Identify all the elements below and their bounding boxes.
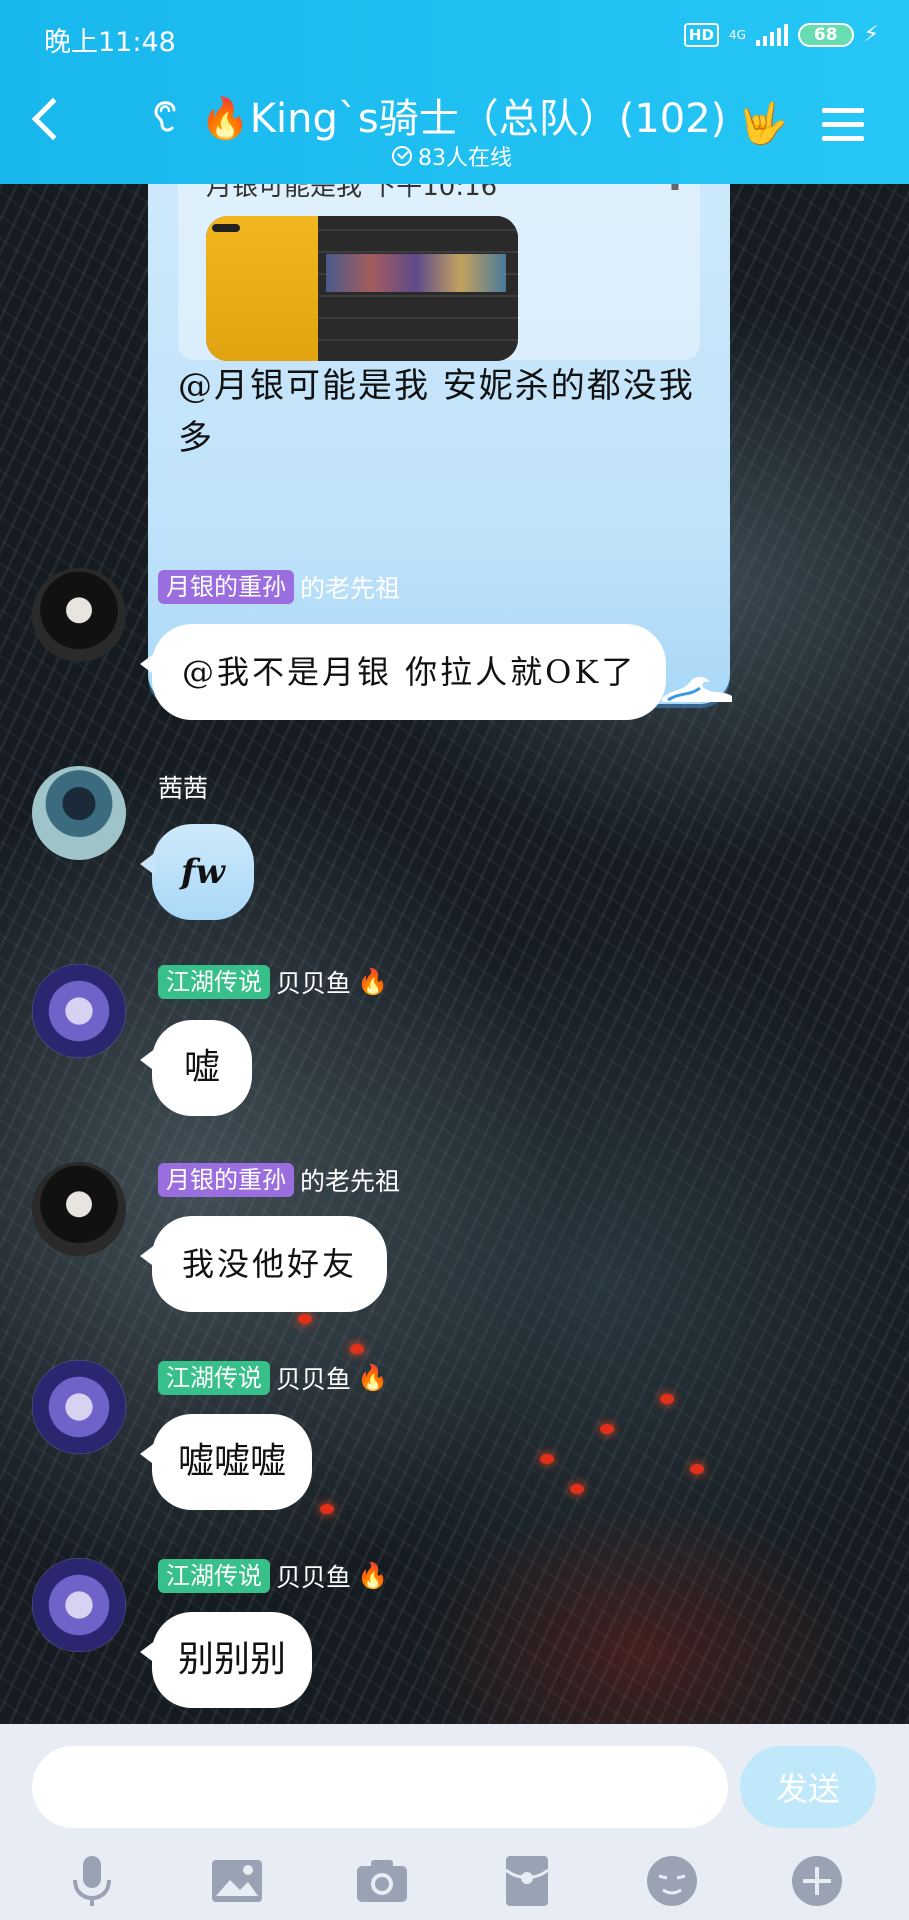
fire-icon: 🔥	[357, 1561, 389, 1590]
chat-header: 晚上11:48 HD 4G 68 ⚡ 🔥King`s骑士（总队）(102) 83…	[0, 0, 909, 184]
avatar[interactable]	[32, 1162, 126, 1256]
ear-icon[interactable]	[150, 96, 180, 136]
gesture-icon[interactable]: 🤟	[738, 100, 788, 147]
composer-toolbar	[0, 1842, 909, 1920]
message-bubble[interactable]: fw	[140, 824, 254, 920]
sender-name: 贝贝鱼	[276, 1365, 352, 1394]
screenshot-thumbnail[interactable]	[206, 216, 518, 361]
online-count: 83人在线	[392, 140, 512, 172]
message-bubble[interactable]: @我不是月银 你拉人就OK了	[139, 624, 667, 720]
sender-name: 茜茜	[158, 774, 209, 803]
status-icons: HD 4G 68 ⚡	[683, 22, 879, 47]
sender-row: 月银的重孙 的老先祖	[158, 1162, 400, 1198]
sender-name: 的老先祖	[300, 574, 401, 603]
send-button[interactable]: 发送	[740, 1746, 876, 1828]
member-tag: 江湖传说	[158, 1559, 270, 1593]
sender-row: 江湖传说 贝贝鱼 🔥	[158, 1360, 388, 1396]
quote-caption: 月银可能是我 下午10:16	[206, 184, 498, 202]
camera-icon[interactable]	[352, 1851, 412, 1911]
message-list[interactable]: 月银可能是我 下午10:16 ✚ @月银可能是我 安妮杀的都没我多 月银的重孙 …	[0, 184, 909, 1724]
composer-bar: 发送	[0, 1724, 909, 1920]
group-title: 🔥King`s骑士（总队）(102)	[200, 96, 727, 142]
sender-row: 茜茜	[158, 769, 208, 805]
fire-icon: 🔥	[357, 967, 389, 996]
message-bubble[interactable]: 嘘嘘嘘	[139, 1414, 313, 1510]
image-icon[interactable]	[207, 1851, 267, 1911]
signal-icon	[755, 23, 788, 46]
sender-name: 贝贝鱼	[276, 1563, 352, 1592]
avatar[interactable]	[32, 1360, 126, 1454]
sender-row: 江湖传说 贝贝鱼 🔥	[158, 964, 388, 1000]
avatar[interactable]	[32, 568, 126, 662]
sender-row: 月银的重孙 的老先祖	[158, 569, 400, 605]
fire-icon: 🔥	[357, 1363, 389, 1392]
member-tag: 月银的重孙	[158, 570, 294, 604]
wave-icon	[662, 676, 732, 702]
message-bubble[interactable]: 嘘	[140, 1020, 252, 1116]
quote-text: @月银可能是我 安妮杀的都没我多	[178, 366, 695, 458]
network-label: 4G	[728, 27, 746, 42]
red-packet-icon[interactable]	[497, 1851, 557, 1911]
member-tag: 江湖传说	[158, 965, 270, 999]
plus-icon[interactable]	[787, 1851, 847, 1911]
avatar[interactable]	[32, 964, 126, 1058]
menu-icon[interactable]	[822, 108, 864, 150]
avatar[interactable]	[32, 1558, 126, 1652]
member-tag: 月银的重孙	[158, 1163, 294, 1197]
sender-name: 贝贝鱼	[276, 969, 352, 998]
hd-icon: HD	[683, 22, 719, 47]
online-check-icon	[392, 146, 412, 166]
member-tag: 江湖传说	[158, 1361, 270, 1395]
battery-icon: 68	[797, 22, 854, 47]
plus-icon: ✚	[660, 184, 690, 199]
message-bubble[interactable]: 我没他好友	[139, 1216, 388, 1312]
emoji-icon[interactable]	[642, 1851, 702, 1911]
sender-row: 江湖传说 贝贝鱼 🔥	[158, 1558, 388, 1594]
message-input[interactable]	[32, 1746, 728, 1828]
microphone-icon[interactable]	[62, 1851, 122, 1911]
sender-name: 的老先祖	[300, 1167, 401, 1196]
avatar[interactable]	[32, 766, 126, 860]
message-bubble[interactable]: 别别别	[139, 1612, 313, 1708]
back-icon[interactable]	[31, 97, 75, 141]
status-time: 晚上11:48	[44, 27, 176, 58]
online-count-label: 83人在线	[418, 146, 512, 171]
charging-icon: ⚡	[863, 22, 879, 47]
